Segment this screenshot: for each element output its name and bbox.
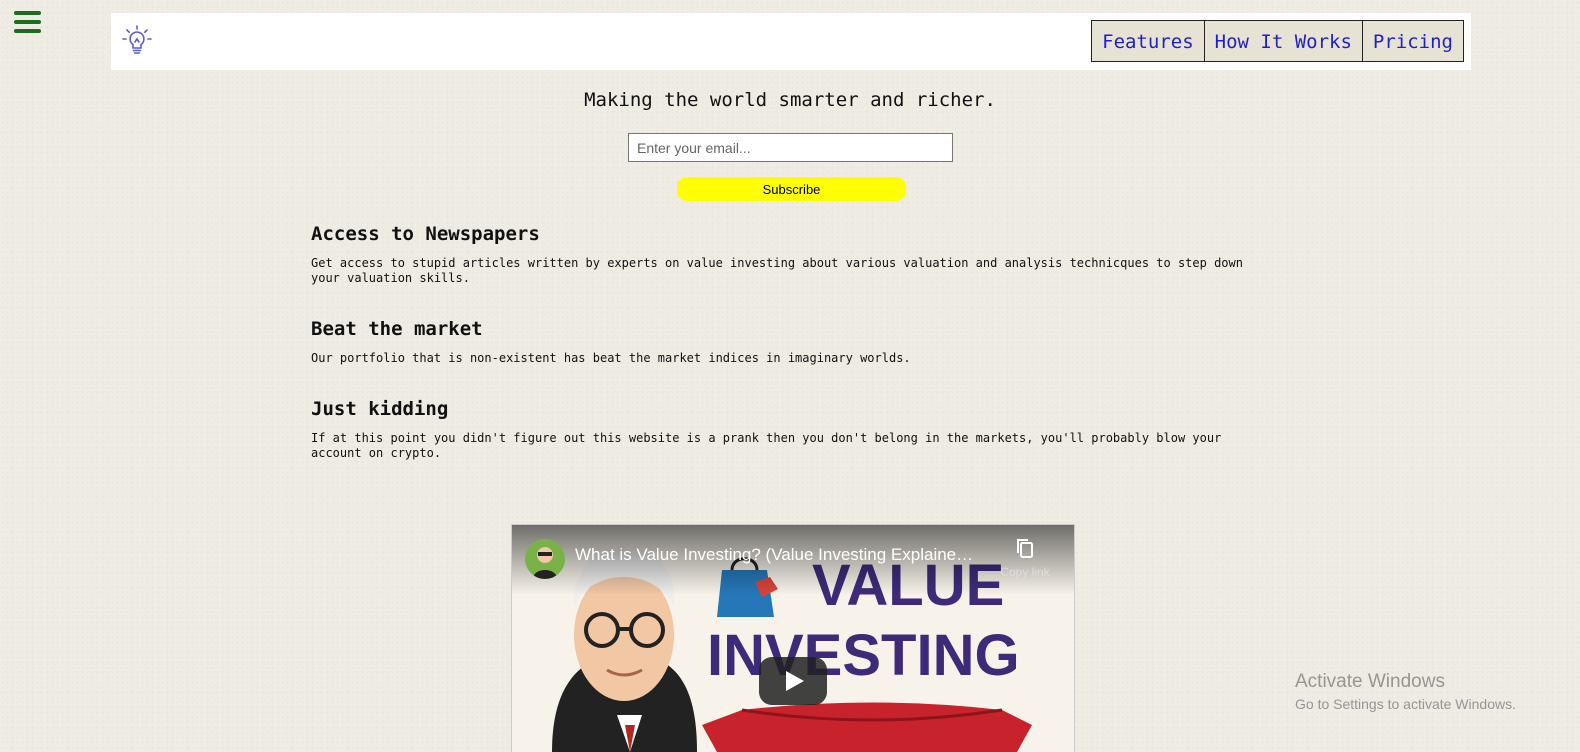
email-input[interactable] <box>628 133 953 162</box>
feature-item: Just kidding If at this point you didn't… <box>311 397 1271 461</box>
feature-item: Beat the market Our portfolio that is no… <box>311 317 1271 366</box>
watermark-subtitle: Go to Settings to activate Windows. <box>1295 696 1516 712</box>
windows-activation-watermark: Activate Windows Go to Settings to activ… <box>1295 671 1516 712</box>
feature-item: Access to Newspapers Get access to stupi… <box>311 222 1271 286</box>
nav-links: Features How It Works Pricing <box>1091 20 1464 62</box>
nav-link-features[interactable]: Features <box>1091 20 1205 62</box>
copy-link-button[interactable]: Copy link <box>990 537 1060 579</box>
navbar: Features How It Works Pricing <box>111 13 1471 70</box>
subscribe-button[interactable]: Subscribe <box>677 177 906 201</box>
lightbulb-logo-icon[interactable] <box>121 24 153 58</box>
play-button[interactable] <box>759 657 827 705</box>
channel-avatar[interactable] <box>525 539 565 579</box>
feature-description: If at this point you didn't figure out t… <box>311 431 1222 460</box>
nav-link-how-it-works[interactable]: How It Works <box>1203 20 1363 62</box>
nav-link-pricing[interactable]: Pricing <box>1361 20 1464 62</box>
feature-title: Access to Newspapers <box>311 223 540 245</box>
video-title[interactable]: What is Value Investing? (Value Investin… <box>575 545 980 565</box>
feature-description: Our portfolio that is non-existent has b… <box>311 351 911 365</box>
video-embed[interactable]: VALUE INVESTING What is Value Investing?… <box>511 524 1075 752</box>
play-icon <box>759 657 827 705</box>
features-section: Access to Newspapers Get access to stupi… <box>311 222 1271 492</box>
feature-title: Beat the market <box>311 318 483 340</box>
feature-description: Get access to stupid articles written by… <box>311 256 1243 285</box>
tagline: Making the world smarter and richer. <box>584 89 996 111</box>
copy-link-label: Copy link <box>1000 565 1050 579</box>
copy-icon <box>1017 539 1033 558</box>
watermark-title: Activate Windows <box>1295 671 1445 692</box>
hamburger-menu-icon[interactable] <box>14 11 41 35</box>
feature-title: Just kidding <box>311 398 449 420</box>
thumbnail-text-investing: INVESTING <box>707 623 1020 688</box>
